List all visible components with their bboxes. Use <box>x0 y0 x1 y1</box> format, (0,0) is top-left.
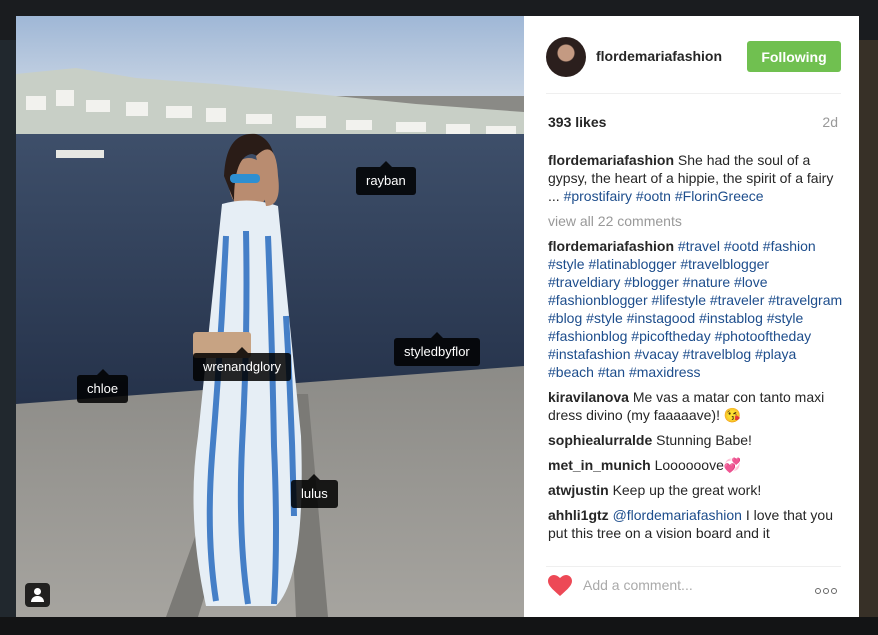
hashtag[interactable]: #playa <box>755 346 796 362</box>
user-tag-icon-body <box>31 596 44 602</box>
photo-tag-lulus[interactable]: lulus <box>291 474 338 508</box>
view-all-comments-link[interactable]: view all 22 comments <box>548 212 843 230</box>
comments-list[interactable]: flordemariafashion She had the soul of a… <box>548 151 843 551</box>
likes-row: 393 likes 2d <box>548 114 838 134</box>
comment-item: sophiealurralde Stunning Babe! <box>548 431 843 449</box>
hashtag[interactable]: #picoftheday <box>631 328 710 344</box>
photo-illustration <box>16 16 524 617</box>
hashtag[interactable]: #traveldiary <box>548 274 620 290</box>
comment-mention[interactable]: @flordemariafashion <box>613 507 742 523</box>
heart-icon[interactable] <box>548 575 572 597</box>
user-tag-icon[interactable] <box>25 583 50 607</box>
hashtag[interactable]: #instafashion <box>548 346 631 362</box>
post-photo[interactable]: rayban wrenandglory styledbyflor chloe l… <box>16 16 524 617</box>
comment-item: kiravilanova Me vas a matar con tanto ma… <box>548 388 843 424</box>
post-footer <box>546 566 841 601</box>
post-header: flordemariafashion Following <box>546 34 841 94</box>
hashtag[interactable]: #fashion <box>763 238 816 254</box>
hashtag[interactable]: #ootd <box>724 238 759 254</box>
likes-count[interactable]: 393 likes <box>548 114 606 130</box>
user-tag-icon-head <box>34 588 41 595</box>
photo-tag-chloe[interactable]: chloe <box>77 369 129 403</box>
hashtag[interactable]: #beach <box>548 364 594 380</box>
photo-tag-styledbyflor[interactable]: styledbyflor <box>394 332 480 366</box>
caption: flordemariafashion She had the soul of a… <box>548 151 843 205</box>
comment-author[interactable]: flordemariafashion <box>548 238 674 254</box>
comment-author[interactable]: met_in_munich <box>548 457 651 473</box>
hashtag[interactable]: #tan <box>598 364 625 380</box>
comment-item: ahhli1gtz @flordemariafashion I love tha… <box>548 506 843 542</box>
add-comment-input[interactable] <box>583 576 793 594</box>
hashtag[interactable]: #style <box>548 256 585 272</box>
hashtag[interactable]: #style <box>767 310 804 326</box>
hashtag[interactable]: #vacay <box>634 346 678 362</box>
comment-author[interactable]: ahhli1gtz <box>548 507 609 523</box>
hashtag[interactable]: #travelgram <box>768 292 842 308</box>
hashtag[interactable]: #FlorinGreece <box>675 188 764 204</box>
hashtag[interactable]: #photooftheday <box>715 328 812 344</box>
hashtag[interactable]: #nature <box>683 274 730 290</box>
photo-tag-rayban[interactable]: rayban <box>356 161 416 195</box>
hashtag[interactable]: #fashionblog <box>548 328 627 344</box>
post-details-panel: flordemariafashion Following 393 likes 2… <box>524 16 859 617</box>
comment-author[interactable]: flordemariafashion <box>548 152 674 168</box>
comment-item: atwjustin Keep up the great work! <box>548 481 843 499</box>
following-button[interactable]: Following <box>747 41 841 72</box>
hashtag[interactable]: #travel <box>678 238 720 254</box>
hashtag[interactable]: #style <box>586 310 623 326</box>
more-options-icon[interactable] <box>815 581 841 594</box>
hashtag[interactable]: #ootn <box>636 188 671 204</box>
comment-author[interactable]: sophiealurralde <box>548 432 652 448</box>
dot <box>823 588 829 594</box>
comment-text: Keep up the great work! <box>612 482 762 498</box>
post-username[interactable]: flordemariafashion <box>596 48 722 64</box>
hashtag[interactable]: #blogger <box>624 274 679 290</box>
comment-author[interactable]: kiravilanova <box>548 389 629 405</box>
hashtag[interactable]: #instablog <box>699 310 763 326</box>
hashtag[interactable]: #maxidress <box>629 364 701 380</box>
dot <box>815 588 821 594</box>
hashtag[interactable]: #love <box>734 274 767 290</box>
post-modal: rayban wrenandglory styledbyflor chloe l… <box>16 16 859 617</box>
hashtag[interactable]: #blog <box>548 310 582 326</box>
photo-tag-wrenandglory[interactable]: wrenandglory <box>193 347 292 381</box>
comment-text: Loooooove💞 <box>654 457 742 473</box>
hashtag[interactable]: #traveler <box>710 292 764 308</box>
post-age[interactable]: 2d <box>822 114 838 130</box>
hashtag[interactable]: #travelblog <box>683 346 752 362</box>
hashtag[interactable]: #fashionblogger <box>548 292 648 308</box>
dot <box>831 588 837 594</box>
avatar[interactable] <box>546 37 586 77</box>
hashtag[interactable]: #travelblogger <box>680 256 769 272</box>
comment-item: met_in_munich Loooooove💞 <box>548 456 843 474</box>
hashtag[interactable]: #instagood <box>627 310 696 326</box>
comment-item: flordemariafashion #travel #ootd #fashio… <box>548 237 843 381</box>
hashtag[interactable]: #latinablogger <box>588 256 676 272</box>
comment-text: Stunning Babe! <box>656 432 752 448</box>
comment-author[interactable]: atwjustin <box>548 482 609 498</box>
hashtag[interactable]: #prostifairy <box>564 188 632 204</box>
hashtag[interactable]: #lifestyle <box>652 292 706 308</box>
